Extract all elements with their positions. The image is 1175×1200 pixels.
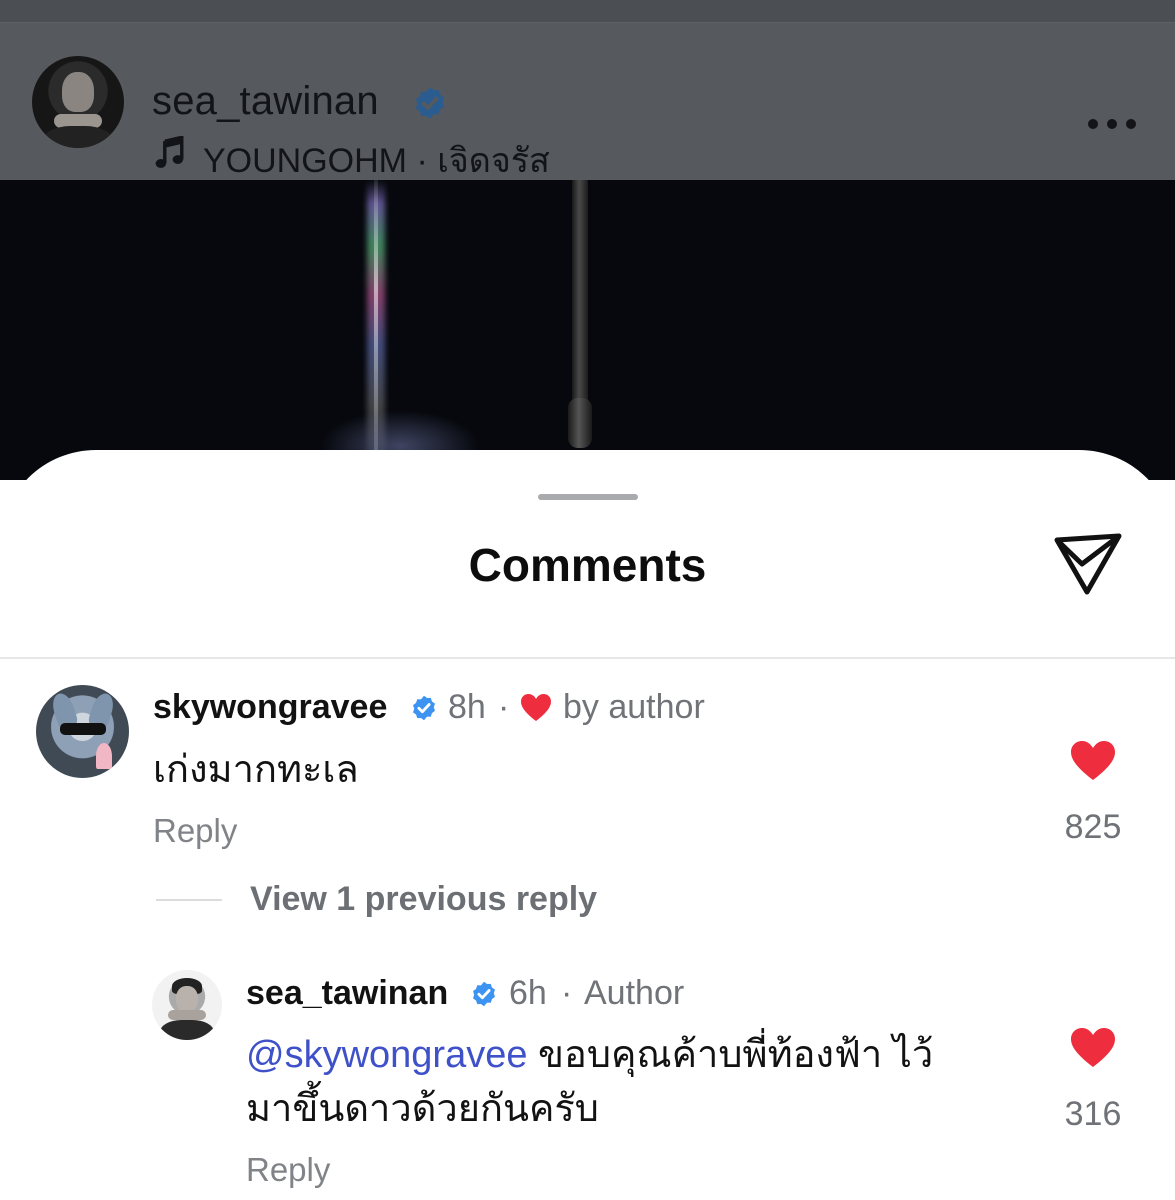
commenter-avatar[interactable] xyxy=(36,685,129,778)
meta-separator: · xyxy=(498,688,510,726)
sheet-drag-handle[interactable] xyxy=(538,494,638,500)
heart-icon[interactable] xyxy=(1070,740,1116,782)
avatar-face xyxy=(176,986,198,1012)
verified-badge-icon xyxy=(415,87,445,119)
divider xyxy=(0,657,1175,659)
verified-badge-icon xyxy=(413,695,435,721)
comment-time: 6h xyxy=(509,974,547,1012)
post-music-label[interactable]: YOUNGOHM · เจิดจรัส xyxy=(203,133,550,187)
heart-icon[interactable] xyxy=(1070,1027,1116,1069)
mention-link[interactable]: @skywongravee xyxy=(246,1034,527,1076)
more-horizontal-icon[interactable] xyxy=(1088,119,1136,131)
view-previous-replies-button[interactable]: View 1 previous reply xyxy=(250,880,597,919)
verified-badge-icon xyxy=(473,981,495,1007)
sheet-title: Comments xyxy=(468,539,707,591)
reply-button[interactable]: Reply xyxy=(246,1151,330,1189)
send-icon[interactable] xyxy=(1052,532,1124,598)
like-count: 316 xyxy=(1064,1095,1122,1133)
avatar-ice-cream xyxy=(96,743,112,769)
comment-username[interactable]: sea_tawinan xyxy=(246,974,448,1013)
comment-text-line: มาขึ้นดาวด้วยกันครับ xyxy=(246,1088,599,1130)
post-header: sea_tawinan YOUNGOHM · เจิดจรัส xyxy=(0,23,1175,180)
hanging-rod-end xyxy=(568,398,592,448)
like-count: 825 xyxy=(1064,808,1122,846)
post-author-username[interactable]: sea_tawinan xyxy=(152,79,379,124)
status-area xyxy=(0,0,1175,22)
comment-username[interactable]: skywongravee xyxy=(153,688,387,727)
music-note-icon xyxy=(155,136,184,168)
avatar-hands xyxy=(168,1010,206,1020)
comment-text-line: ขอบคุณค้าบพี่ท้องฟ้า ไว้ xyxy=(527,1034,934,1076)
commenter-avatar[interactable] xyxy=(152,970,222,1040)
liked-by-author-label: by author xyxy=(563,688,705,726)
comment-text: เก่งมากทะเล xyxy=(153,749,359,791)
heart-icon xyxy=(521,694,551,721)
avatar-body xyxy=(42,126,114,148)
thread-line xyxy=(156,899,222,901)
avatar-body xyxy=(160,1020,214,1040)
avatar-face xyxy=(62,72,94,112)
post-author-avatar[interactable] xyxy=(32,56,124,148)
avatar-sunglasses xyxy=(60,723,106,735)
comment-text: @skywongravee ขอบคุณค้าบพี่ท้องฟ้า ไว้ xyxy=(246,1029,933,1081)
hanging-rod xyxy=(572,180,588,405)
post-media xyxy=(0,180,1175,480)
comments-sheet: Comments skywongravee 8h · by author เก่… xyxy=(0,450,1175,1200)
author-badge: Author xyxy=(584,974,685,1012)
meta-separator: · xyxy=(561,974,573,1012)
comment-time: 8h xyxy=(448,688,486,726)
reply-button[interactable]: Reply xyxy=(153,812,237,850)
